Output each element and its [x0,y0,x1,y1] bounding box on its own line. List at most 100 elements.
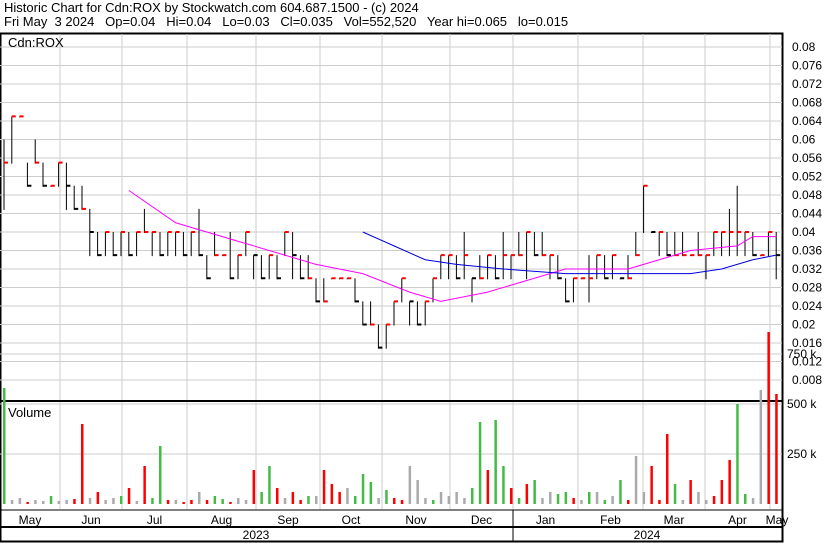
price-tick-label: 0.032 [792,262,822,276]
volume-bar [260,492,263,504]
volume-bar [603,500,607,504]
price-tick-label: 0.008 [792,373,822,387]
month-label: Sep [277,513,299,527]
volume-bar [744,494,747,504]
chart-window: Historic Chart for Cdn:ROX by Stockwatch… [0,0,830,543]
price-tick-label: 0.06 [792,133,816,147]
volume-bar [299,500,302,504]
volume-bar [673,484,677,504]
volume-bar [580,500,583,504]
volume-bar [751,498,755,504]
month-label: Apr [728,513,747,527]
year-label: 2024 [634,528,661,542]
volume-bar [354,496,357,504]
volume-bar [650,466,653,504]
volume-bar [229,502,232,504]
volume-bar [205,500,209,504]
price-tick-label: 0.036 [792,244,822,258]
volume-bar [658,500,661,504]
volume-bar [221,499,224,504]
volume-bar [369,482,373,504]
volume-bar [151,498,154,504]
price-tick-label: 0.024 [792,299,822,313]
volume-bar [712,496,716,504]
volume-bar [588,492,591,504]
volume-bar [408,466,412,504]
volume-bar [611,496,614,504]
price-tick-label: 0.02 [792,318,816,332]
volume-bar [34,500,37,504]
volume-bar [564,492,568,504]
month-label: Jul [147,513,162,527]
volume-bar [244,500,248,504]
volume-bar [447,496,451,504]
volume-bar [634,456,638,504]
volume-bar [486,470,490,504]
volume-bar [728,460,731,504]
volume-bar [120,496,123,504]
volume-bar [291,492,295,504]
stock-chart: May Jun Jul Aug Sep Oct Nov Dec Jan Feb Mar Apr May 2… [0,32,822,543]
volume-bar [642,492,646,504]
volume-bar [478,422,482,504]
volume-bar [88,498,92,504]
volume-bar [517,498,521,504]
volume-bar [595,492,599,504]
volume-bar [400,500,404,504]
ma-short-line [128,189,777,302]
volume-bar [697,492,700,504]
volume-bar [346,488,349,504]
volume-bar [127,488,131,504]
volume-bar [213,496,217,504]
price-tick-label: 0.048 [792,188,822,202]
volume-bar [666,434,669,504]
volume-bar [49,496,53,504]
volume-bar [556,494,560,504]
volume-bar [510,488,513,504]
volume-bar [533,480,536,504]
volume-bar [619,480,622,504]
volume-bar [65,500,68,504]
volume-bar [322,470,326,504]
volume-bar [237,498,240,504]
volume-bar [455,492,458,504]
volume-bar [96,492,100,504]
price-tick-label: 0.056 [792,151,822,165]
volume-bar [3,388,6,504]
volume-bar [541,498,544,504]
volume-bar [572,498,575,504]
volume-bar [439,492,443,504]
volume-bar [276,488,279,504]
volume-bar [377,498,380,504]
volume-bar [416,480,419,504]
volume-bar [268,466,271,504]
volume-bar [315,496,318,504]
volume-bar [432,500,435,504]
month-label: Oct [342,513,361,527]
volume-bar [73,499,76,504]
month-label: Dec [471,513,492,527]
volume-bar [502,466,505,504]
month-label: Jun [81,513,100,527]
volume-bar [330,484,334,504]
price-tick-label: 0.068 [792,96,822,110]
volume-bar [18,498,22,504]
volume-bar [166,500,170,504]
month-label: May [766,513,789,527]
volume-tick-label: 750 k [787,347,817,361]
volume-bar [190,500,193,504]
month-label: Feb [600,513,621,527]
price-tick-label: 0.052 [792,170,822,184]
volume-bar [463,498,466,504]
month-label: Aug [211,513,232,527]
volume-bar [104,500,107,504]
volume-bar [627,500,630,504]
price-tick-label: 0.028 [792,281,822,295]
volume-bar [338,492,341,504]
volume-bar [549,492,552,504]
volume-bar [767,332,770,504]
volume-bar [681,500,685,504]
price-tick-label: 0.044 [792,207,822,221]
volume-bar [252,470,256,504]
month-label: Jan [536,513,555,527]
